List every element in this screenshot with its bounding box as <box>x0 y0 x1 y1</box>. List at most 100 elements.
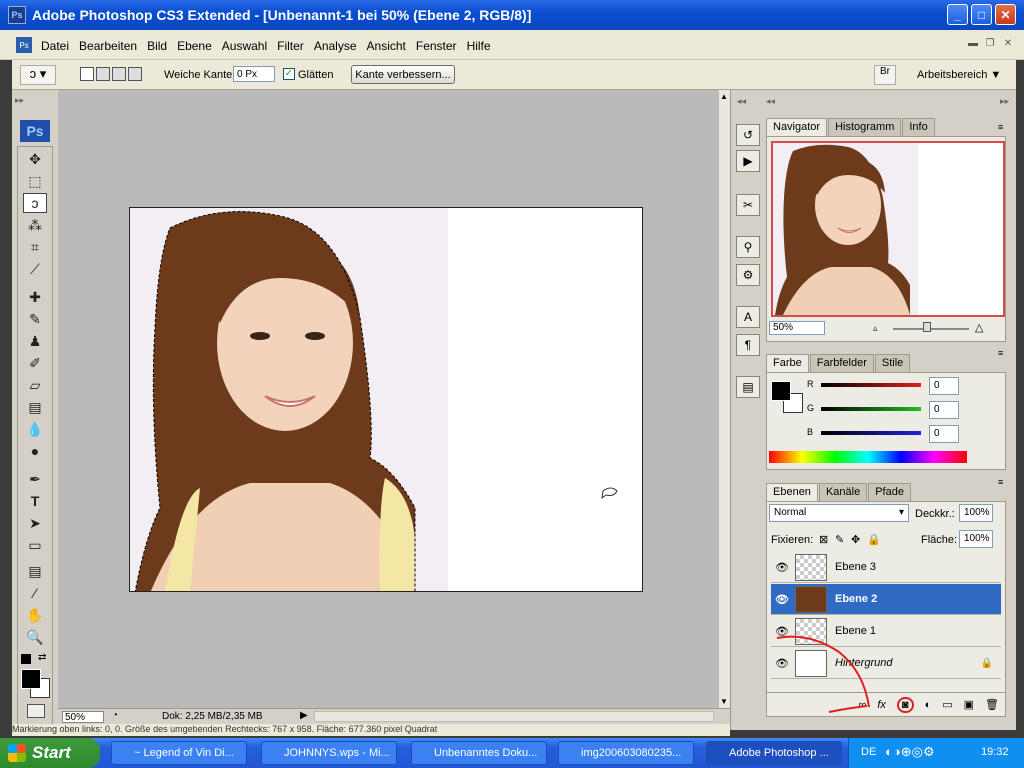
task-photoshop[interactable]: Adobe Photoshop ... <box>706 741 842 765</box>
layers-tab[interactable]: Pfade <box>868 483 911 501</box>
navigator-preview[interactable] <box>771 141 1005 317</box>
lasso-tool-icon[interactable]: ↄ <box>23 193 47 213</box>
navigator-menu-icon[interactable]: ≡ <box>998 122 1003 132</box>
character-panel-icon[interactable]: A <box>736 306 760 328</box>
zoom-tool-icon[interactable]: 🔍 <box>23 627 47 647</box>
crop-tool-icon[interactable]: ⌗ <box>23 237 47 257</box>
toolbox-collapse-icon[interactable]: ▸▸ <box>15 95 24 106</box>
b-channel-input[interactable]: 0 <box>929 425 959 443</box>
blend-mode-select[interactable]: Normal ▾ <box>769 504 909 522</box>
menu-item[interactable]: Filter <box>272 39 309 53</box>
navigator-tab[interactable]: Histogramm <box>828 118 902 136</box>
layers-tab[interactable]: Kanäle <box>818 483 868 501</box>
status-menu-icon[interactable]: ◔ <box>112 710 118 721</box>
adjustment-layer-icon[interactable]: ◐ <box>925 699 932 711</box>
menu-item[interactable]: Bearbeiten <box>74 39 142 53</box>
color-fg-swatch[interactable] <box>771 381 791 401</box>
document-canvas[interactable] <box>129 207 643 592</box>
refine-edge-button[interactable]: Kante verbessern... <box>351 65 455 84</box>
task-document[interactable]: Unbenanntes Doku... <box>411 741 547 765</box>
toolbox-logo[interactable]: Ps <box>20 120 50 142</box>
color-menu-icon[interactable]: ≡ <box>998 348 1003 358</box>
panels-collapse-right-icon[interactable]: ▸▸ <box>1000 96 1009 107</box>
new-group-icon[interactable]: ▭ <box>942 698 952 711</box>
antialias-checkbox[interactable]: ✓ <box>283 68 295 80</box>
navigator-tab[interactable]: Info <box>902 118 935 136</box>
add-mask-icon[interactable]: ◙ <box>896 696 914 713</box>
panels-collapse-left-icon[interactable]: ◂◂ <box>766 96 775 107</box>
clone-source-icon[interactable]: ⚲ <box>736 236 760 258</box>
history-brush-icon[interactable]: ✐ <box>23 353 47 373</box>
r-channel-input[interactable]: 0 <box>929 377 959 395</box>
foreground-color-swatch[interactable] <box>21 669 41 689</box>
navigator-tab[interactable]: Navigator <box>766 118 828 136</box>
zoom-in-icon[interactable]: △ <box>975 321 983 334</box>
quick-mask-icon[interactable] <box>27 704 45 718</box>
menu-item[interactable]: Auswahl <box>217 39 272 53</box>
feather-input[interactable] <box>233 66 275 82</box>
task-works[interactable]: JOHNNYS.wps - Mi... <box>261 741 397 765</box>
paragraph-panel-icon[interactable]: ¶ <box>736 334 760 356</box>
layers-tab[interactable]: Ebenen <box>766 483 818 501</box>
color-tab[interactable]: Farbe <box>766 354 809 372</box>
tray-icons[interactable]: ◐◑⊕◎⚙ <box>885 744 935 760</box>
intersect-selection-icon[interactable] <box>128 67 142 81</box>
menu-item[interactable]: Ansicht <box>362 39 411 53</box>
tool-presets-icon[interactable]: ⚙ <box>736 264 760 286</box>
move-tool-icon[interactable]: ✥ <box>23 149 47 169</box>
doc-close-button[interactable]: ✕ <box>1001 38 1015 50</box>
b-channel-slider[interactable] <box>821 431 921 435</box>
status-arrow-icon[interactable]: ▶ <box>300 710 308 721</box>
layers-menu-icon[interactable]: ≡ <box>998 477 1003 487</box>
color-spectrum-bar[interactable] <box>769 451 967 463</box>
vertical-scrollbar[interactable]: ▲ ▼ <box>718 90 730 708</box>
brushes-panel-icon[interactable]: ✂ <box>736 194 760 216</box>
visibility-eye-icon[interactable]: 👁 <box>771 561 793 574</box>
subtract-selection-icon[interactable] <box>112 67 126 81</box>
add-selection-icon[interactable] <box>96 67 110 81</box>
marquee-tool-icon[interactable]: ⬚ <box>23 171 47 191</box>
photoshop-app-icon[interactable]: Ps <box>8 6 26 24</box>
zoom-slider-thumb[interactable] <box>923 322 931 332</box>
doc-restore-button[interactable]: ❐ <box>983 38 997 50</box>
eyedropper-tool-icon[interactable]: ⁄ <box>23 583 47 603</box>
document-icon[interactable]: Ps <box>16 37 32 53</box>
lock-position-icon[interactable]: ✥ <box>851 533 860 546</box>
lock-all-icon[interactable]: 🔒 <box>867 533 881 546</box>
dock-expand-icon[interactable]: ◂◂ <box>737 96 746 107</box>
type-tool-icon[interactable]: T <box>23 491 47 511</box>
maximize-button[interactable]: □ <box>971 4 992 25</box>
swap-colors-icon[interactable]: ⇄ <box>38 652 46 663</box>
new-layer-icon[interactable]: ▣ <box>964 698 974 711</box>
doc-minimize-button[interactable]: ▬ <box>966 38 980 50</box>
actions-panel-icon[interactable]: ▶ <box>736 150 760 172</box>
task-image[interactable]: img200603080235... <box>558 741 694 765</box>
minimize-button[interactable]: _ <box>947 4 968 25</box>
bridge-icon[interactable]: Br <box>874 65 896 85</box>
default-colors-icon[interactable] <box>21 654 31 664</box>
menu-item[interactable]: Bild <box>142 39 172 53</box>
pen-tool-icon[interactable]: ✒ <box>23 469 47 489</box>
fill-input[interactable]: 100% <box>959 530 993 548</box>
notes-panel-icon[interactable]: ▤ <box>736 376 760 398</box>
lock-transparency-icon[interactable]: ⊠ <box>819 533 828 546</box>
brush-tool-icon[interactable]: ✎ <box>23 309 47 329</box>
close-button[interactable]: ✕ <box>995 4 1016 25</box>
lock-pixels-icon[interactable]: ✎ <box>835 533 844 546</box>
menu-item[interactable]: Datei <box>36 39 74 53</box>
color-tab[interactable]: Farbfelder <box>809 354 874 372</box>
opacity-input[interactable]: 100% <box>959 504 993 522</box>
horizontal-scrollbar[interactable] <box>314 711 714 722</box>
layer-row-ebene-2[interactable]: 👁 Ebene 2 <box>771 584 1001 615</box>
visibility-eye-icon[interactable]: 👁 <box>771 593 793 606</box>
g-channel-input[interactable]: 0 <box>929 401 959 419</box>
start-button[interactable]: Start <box>0 738 100 768</box>
hand-tool-icon[interactable]: ✋ <box>23 605 47 625</box>
menu-item[interactable]: Ebene <box>172 39 217 53</box>
healing-brush-icon[interactable]: ✚ <box>23 287 47 307</box>
notes-tool-icon[interactable]: ▤ <box>23 561 47 581</box>
color-tab[interactable]: Stile <box>874 354 911 372</box>
blur-tool-icon[interactable]: 💧 <box>23 419 47 439</box>
history-panel-icon[interactable]: ↺ <box>736 124 760 146</box>
lasso-tool-preset-icon[interactable]: ↄ ▾ <box>20 65 56 85</box>
